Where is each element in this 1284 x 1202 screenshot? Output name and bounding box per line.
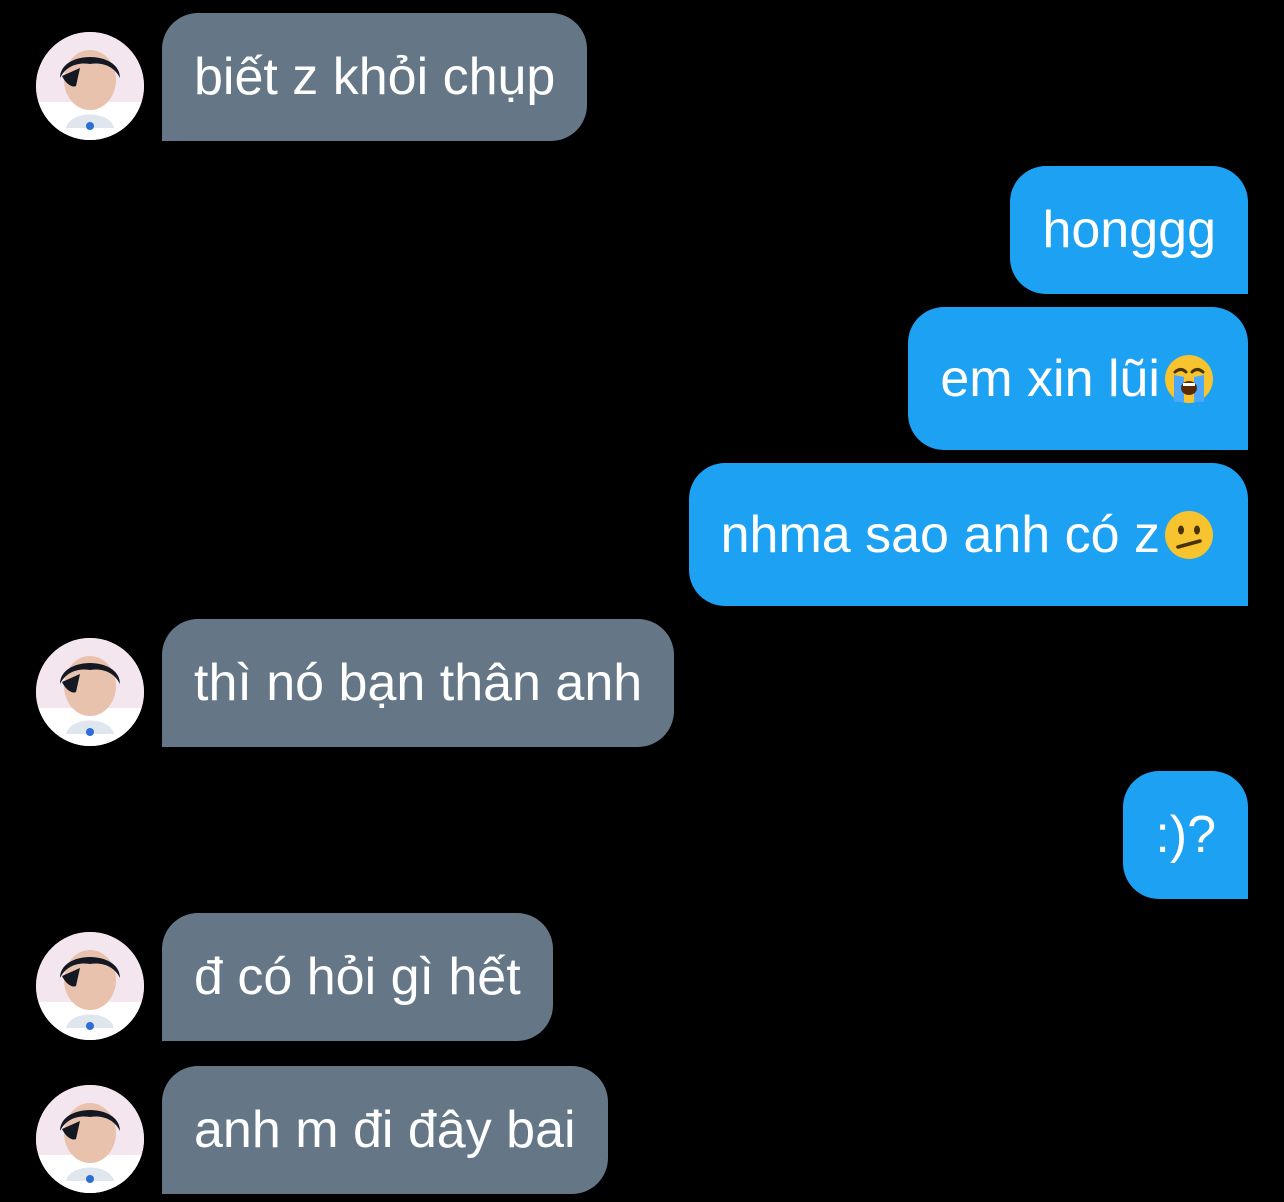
- message-bubble-incoming[interactable]: biết z khỏi chụp: [162, 13, 588, 141]
- avatar[interactable]: [36, 1085, 144, 1193]
- avatar-photo-icon: [36, 1085, 144, 1193]
- message-bubble-outgoing[interactable]: :)?: [1123, 771, 1248, 899]
- message-text: nhma sao anh có z: [720, 505, 1160, 564]
- message-text: biết z khỏi chụp: [194, 48, 556, 106]
- message-bubble-outgoing[interactable]: em xin lũi: [908, 307, 1248, 450]
- avatar-photo-icon: [36, 932, 144, 1040]
- loudly-crying-face-emoji-icon: [1162, 352, 1216, 406]
- message-text: honggg: [1042, 201, 1216, 259]
- avatar[interactable]: [36, 32, 144, 140]
- message-text: :)?: [1155, 806, 1216, 864]
- avatar[interactable]: [36, 638, 144, 746]
- message-bubble-incoming[interactable]: đ có hỏi gì hết: [162, 913, 553, 1041]
- message-bubble-incoming[interactable]: thì nó bạn thân anh: [162, 619, 675, 747]
- avatar-photo-icon: [36, 638, 144, 746]
- message-bubble-incoming[interactable]: anh m đi đây bai: [162, 1066, 608, 1194]
- message-text: thì nó bạn thân anh: [194, 654, 643, 712]
- message-text: đ có hỏi gì hết: [194, 948, 521, 1006]
- message-bubble-outgoing[interactable]: honggg: [1010, 166, 1248, 294]
- avatar[interactable]: [36, 932, 144, 1040]
- confused-face-emoji-icon: [1162, 508, 1216, 562]
- message-bubble-outgoing[interactable]: nhma sao anh có z: [688, 463, 1248, 606]
- message-text: em xin lũi: [940, 349, 1160, 408]
- avatar-photo-icon: [36, 32, 144, 140]
- message-text: anh m đi đây bai: [194, 1101, 576, 1159]
